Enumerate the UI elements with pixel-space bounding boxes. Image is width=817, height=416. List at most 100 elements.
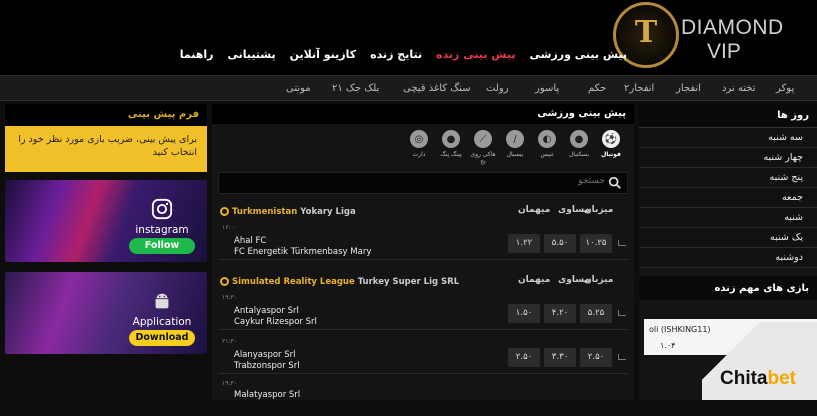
bet-slip-note: برای پیش بینی، ضریب بازی مورد نظر خود را… [5,126,207,172]
stats-icon[interactable] [618,310,626,316]
bet-slip-column: فرم پیش بینی برای پیش بینی، ضریب بازی مو… [5,104,207,354]
tab-soccer[interactable]: ⚽ فوتبال [596,130,626,165]
match-time: ۱۹:۳۰ [222,294,237,301]
odd-button[interactable]: ۱۰.۲۵ [580,234,612,253]
match-row: ۱۶:۰۰ Ahal FC FC Energetik Türkmenbasy M… [218,224,628,260]
day-item[interactable]: پنج شنبه [639,168,817,188]
league-name: Turkey Super Lig SRL [357,277,460,287]
stats-icon[interactable] [618,240,626,246]
subnav-rock-paper-scissors[interactable]: سنگ کاغذ قیچی [403,83,471,94]
day-item[interactable]: یک شنبه [639,228,817,248]
search-bar [218,172,628,194]
match-time: ۱۶:۰۰ [222,224,237,231]
league-country: Simulated Reality League [232,277,355,287]
tab-tennis[interactable]: ◐ تنیس [532,130,562,165]
team-away: Trabzonspor Srl [234,361,300,371]
day-item[interactable]: شنبه [639,208,817,228]
nav-sports-betting[interactable]: پیش بینی ورزشی [529,48,627,61]
odd-button[interactable]: ۲.۵۰ [580,348,612,367]
odd-button[interactable]: ۳.۳۰ [544,348,576,367]
league-header[interactable]: Turkmenistan Yokary Liga میهمان مساوی می… [218,204,628,222]
match-row: ۲۱:۳۰ Alanyaspor Srl Trabzonspor Srl ۲.۵… [218,338,628,374]
search-input[interactable] [225,176,605,186]
odd-button[interactable]: ۲.۵۰ [508,348,540,367]
match-row: ۱۹:۳۰ Antalyaspor Srl Caykur Rizespor Sr… [218,294,628,330]
basketball-icon: ● [570,130,588,148]
app-promo-banner[interactable]: Application Download [5,272,207,354]
android-icon [155,293,169,309]
day-item[interactable]: جمعه [639,188,817,208]
day-item[interactable]: دوشنبه [639,248,817,268]
logo-text-line1: DIAMOND [681,16,784,39]
subnav-blackjack[interactable]: بلک جک ۲۱ [332,83,379,94]
match-row: ۱۹:۳۰ Malatyaspor Srl [218,380,628,416]
subnav-crash2[interactable]: انفجار۲ [624,83,654,94]
tennis-icon: ◐ [538,130,556,148]
nav-online-casino[interactable]: کازینو آنلاین [290,48,357,61]
subnav-hokm[interactable]: حکم [588,83,606,94]
diamond-vip-logo[interactable]: T DIAMOND VIP [613,2,803,72]
odd-button[interactable]: ۵.۵۰ [544,234,576,253]
day-item[interactable]: چهار شنبه [639,148,817,168]
download-button[interactable]: Download [129,330,195,346]
team-home: Ahal FC [234,236,267,246]
col-header-away: میهمان [518,275,551,285]
odd-button[interactable]: ۴.۲۰ [544,304,576,323]
subnav-roulette[interactable]: رولت [486,83,509,94]
team-away: FC Energetik Türkmenbasy Mary [234,247,372,257]
league-country: Turkmenistan [232,207,298,217]
tab-ice-hockey[interactable]: ⟋ هاکی روی یخ [468,130,498,165]
nav-live-results[interactable]: نتایج زنده [370,48,422,61]
tab-darts[interactable]: ◎ دارت [404,130,434,165]
header: T DIAMOND VIP پیش بینی ورزشی پیش بینی زن… [0,0,817,75]
subnav-backgammon[interactable]: تخته نرد [722,83,756,94]
hockey-icon: ⟋ [474,130,492,148]
instagram-promo-banner[interactable]: instagram Follow [5,180,207,262]
watermark-text: Chitabet [720,368,796,389]
subnav-crash[interactable]: انفجار [676,83,701,94]
tab-ping-pong[interactable]: ● پینگ پنگ [436,130,466,165]
nav-live-betting[interactable]: پیش بینی زنده [436,48,515,61]
team-home: Malatyaspor Srl [234,390,301,400]
sports-betting-panel: پیش بینی ورزشی ⚽ فوتبال ● بسکتبال ◐ تنیس / ب… [212,104,634,400]
baseball-icon: / [506,130,524,148]
league-name: Yokary Liga [300,207,356,217]
team-away: Caykur Rizespor Srl [234,317,317,327]
odd-button[interactable]: ۵.۲۵ [580,304,612,323]
follow-button[interactable]: Follow [129,238,195,254]
games-subnav: پوکر تخته نرد انفجار انفجار۲ حکم پاسور ر… [0,75,817,101]
team-home: Antalyaspor Srl [234,306,299,316]
subnav-pasur[interactable]: پاسور [535,83,559,94]
match-time: ۲۱:۳۰ [222,338,237,345]
instagram-icon [151,198,173,220]
tab-baseball[interactable]: / بیسبال [500,130,530,165]
match-time: ۱۹:۳۰ [222,380,237,387]
odd-button[interactable]: ۱.۵۰ [508,304,540,323]
league-icon [220,277,229,286]
col-header-away: میهمان [518,205,551,215]
darts-icon: ◎ [410,130,428,148]
subnav-poker[interactable]: پوکر [776,83,794,94]
chitabet-watermark: Chitabet [702,322,817,400]
main-nav: پیش بینی ورزشی پیش بینی زنده نتایج زنده … [180,48,627,61]
tab-basketball[interactable]: ● بسکتبال [564,130,594,165]
nav-support[interactable]: پشتیبانی [227,48,275,61]
days-title: روز ها [639,104,817,128]
col-header-home: میزبان [584,205,614,215]
team-home: Alanyaspor Srl [234,350,296,360]
day-item[interactable]: سه شنبه [639,128,817,148]
app-promo-title: Application [132,316,192,328]
live-matches-title: بازی های مهم زنده [639,276,817,300]
league-header[interactable]: Simulated Reality League Turkey Super Li… [218,274,628,292]
live-match-odd[interactable]: ۱.۰۴ [660,341,675,350]
bet-slip-title: فرم پیش بینی [5,104,207,126]
nav-help[interactable]: راهنما [180,48,214,61]
league-icon [220,207,229,216]
logo-text-line2: VIP [707,40,741,63]
col-header-home: میزبان [584,275,614,285]
stats-icon[interactable] [618,354,626,360]
instagram-promo-title: instagram [135,224,189,236]
search-icon[interactable] [608,176,622,190]
subnav-monty[interactable]: مونتی [286,83,311,94]
odd-button[interactable]: ۱.۲۲ [508,234,540,253]
